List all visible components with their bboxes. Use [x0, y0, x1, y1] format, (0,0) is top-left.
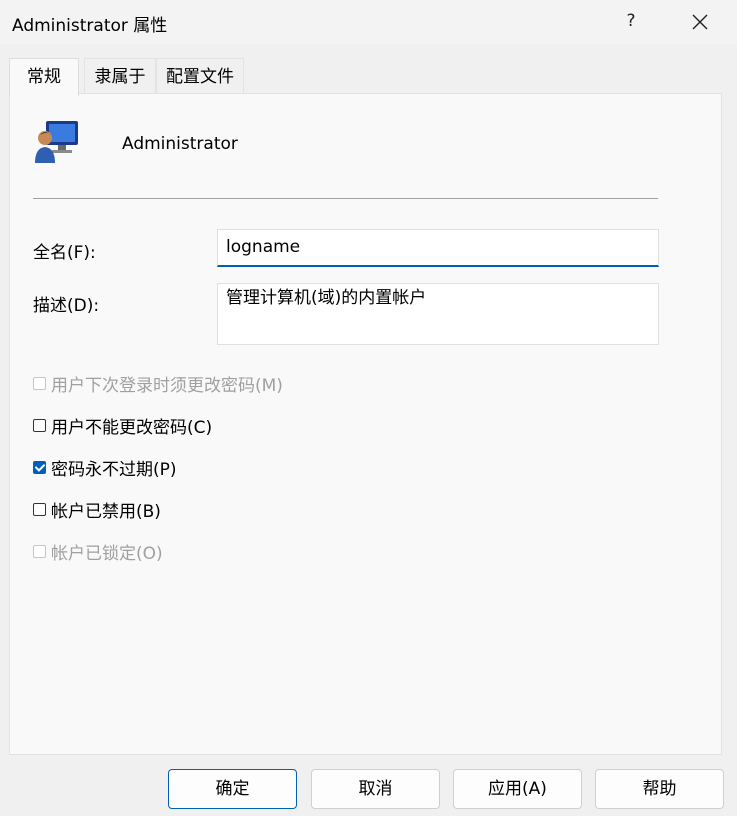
checkbox-label: 密码永不过期(P) [51, 459, 177, 480]
fullname-label: 全名(F): [33, 243, 96, 263]
close-button[interactable] [684, 6, 716, 38]
cancel-button[interactable]: 取消 [311, 769, 440, 809]
tab-member-of[interactable]: 隶属于 [84, 58, 156, 94]
help-dialog-button[interactable]: 帮助 [595, 769, 724, 809]
help-button[interactable]: ? [616, 6, 646, 36]
checkbox-label: 帐户已禁用(B) [51, 501, 161, 522]
account-locked-checkbox[interactable]: 帐户已锁定(O) [33, 539, 163, 564]
tab-general[interactable]: 常规 [9, 58, 79, 96]
window-title: Administrator 属性 [12, 16, 168, 36]
checkbox-box [33, 544, 46, 558]
checkbox-box [33, 418, 46, 432]
password-never-expires-checkbox[interactable]: 密码永不过期(P) [33, 455, 177, 480]
checkbox-label: 用户下次登录时须更改密码(M) [51, 375, 283, 396]
cannot-change-password-checkbox[interactable]: 用户不能更改密码(C) [33, 413, 213, 438]
close-icon [692, 14, 708, 30]
checkbox-label: 用户不能更改密码(C) [51, 417, 213, 438]
checkbox-box [33, 460, 46, 474]
account-disabled-checkbox[interactable]: 帐户已禁用(B) [33, 497, 161, 522]
title-bar: Administrator 属性 ? [0, 0, 737, 44]
apply-button[interactable]: 应用(A) [453, 769, 582, 809]
user-computer-icon [32, 117, 82, 167]
description-label: 描述(D): [33, 296, 100, 316]
separator [33, 198, 658, 199]
general-panel: Administrator 全名(F): logname 描述(D): 管理计算… [9, 93, 722, 755]
must-change-password-checkbox[interactable]: 用户下次登录时须更改密码(M) [33, 371, 283, 396]
checkbox-label: 帐户已锁定(O) [51, 543, 163, 564]
checkbox-box [33, 502, 46, 516]
tab-profile[interactable]: 配置文件 [156, 58, 244, 94]
checkbox-box [33, 376, 46, 390]
description-field[interactable]: 管理计算机(域)的内置帐户 [217, 283, 659, 345]
ok-button[interactable]: 确定 [168, 769, 297, 809]
user-name: Administrator [122, 134, 238, 154]
fullname-field[interactable]: logname [217, 229, 659, 267]
